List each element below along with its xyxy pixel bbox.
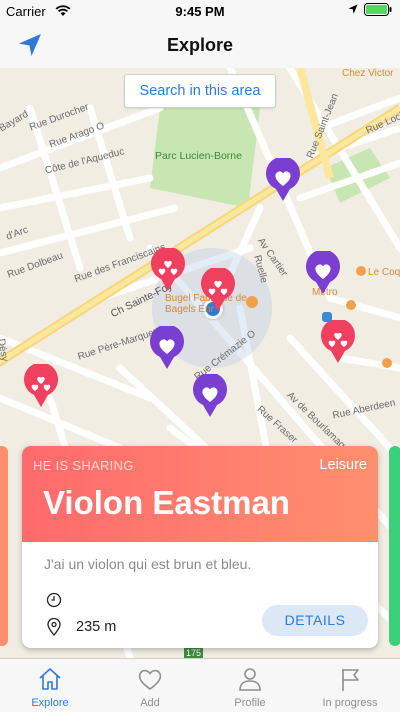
listing-card[interactable]: HE IS SHARING Leisure Violon Eastman J'a… bbox=[22, 446, 378, 648]
shopping-poi-icon[interactable] bbox=[246, 296, 258, 308]
person-icon bbox=[239, 668, 261, 691]
purple-heart-pin[interactable] bbox=[265, 158, 301, 202]
battery-icon bbox=[364, 3, 392, 16]
red-hearts-pin[interactable] bbox=[200, 268, 236, 312]
tab-label: Explore bbox=[31, 697, 69, 709]
status-bar: Carrier 9:45 PM bbox=[0, 0, 400, 22]
clock-icon bbox=[46, 592, 62, 608]
purple-heart-pin[interactable] bbox=[305, 251, 341, 295]
category-label: Leisure bbox=[319, 457, 367, 473]
tab-bar: Explore Add Profile In progress bbox=[0, 658, 400, 712]
flag-icon bbox=[342, 669, 359, 691]
map-label-park: Parc Lucien-Borne bbox=[155, 150, 242, 162]
sharing-label: HE IS SHARING bbox=[33, 458, 134, 473]
details-button[interactable]: DETAILS bbox=[262, 605, 368, 636]
map-label-le-coq: Le Coq bbox=[368, 267, 400, 278]
search-this-area-button[interactable]: Search in this area bbox=[124, 74, 276, 108]
red-hearts-pin[interactable] bbox=[23, 364, 59, 408]
tab-label: Add bbox=[140, 697, 160, 709]
map-label-route-175: 175 bbox=[184, 648, 204, 658]
time-row bbox=[46, 592, 76, 608]
map-label-chez-victor: Chez Victor bbox=[342, 68, 394, 79]
tab-profile[interactable]: Profile bbox=[200, 659, 300, 712]
restaurant-poi-icon[interactable] bbox=[356, 266, 366, 276]
page-title: Explore bbox=[166, 35, 234, 55]
distance-row: 235 m bbox=[46, 618, 116, 636]
tab-in-progress[interactable]: In progress bbox=[300, 659, 400, 712]
cafe-poi-icon[interactable] bbox=[346, 300, 356, 310]
transit-poi-icon[interactable] bbox=[322, 312, 332, 322]
home-icon bbox=[39, 668, 61, 690]
heart-icon bbox=[138, 669, 162, 690]
item-name: Violon Eastman bbox=[43, 484, 290, 521]
navigation-bar: Explore bbox=[0, 22, 400, 69]
clock: 9:45 PM bbox=[175, 4, 225, 19]
next-card-edge[interactable] bbox=[389, 446, 400, 646]
location-pin-icon bbox=[47, 618, 61, 636]
tab-explore[interactable]: Explore bbox=[0, 659, 100, 712]
purple-heart-pin[interactable] bbox=[149, 326, 185, 370]
red-hearts-pin[interactable] bbox=[320, 320, 356, 364]
item-description: J'ai un violon qui est brun et bleu. bbox=[44, 556, 252, 572]
purple-heart-pin[interactable] bbox=[192, 374, 228, 418]
red-hearts-pin[interactable] bbox=[150, 248, 186, 292]
tab-label: In progress bbox=[322, 697, 378, 709]
distance-value: 235 m bbox=[76, 619, 117, 635]
location-arrow-icon bbox=[348, 4, 358, 14]
card-header: HE IS SHARING Leisure Violon Eastman bbox=[22, 446, 378, 542]
tab-add[interactable]: Add bbox=[100, 659, 200, 712]
previous-card-edge[interactable] bbox=[0, 446, 8, 646]
tab-label: Profile bbox=[234, 697, 266, 709]
restaurant-poi-icon[interactable] bbox=[382, 358, 392, 368]
